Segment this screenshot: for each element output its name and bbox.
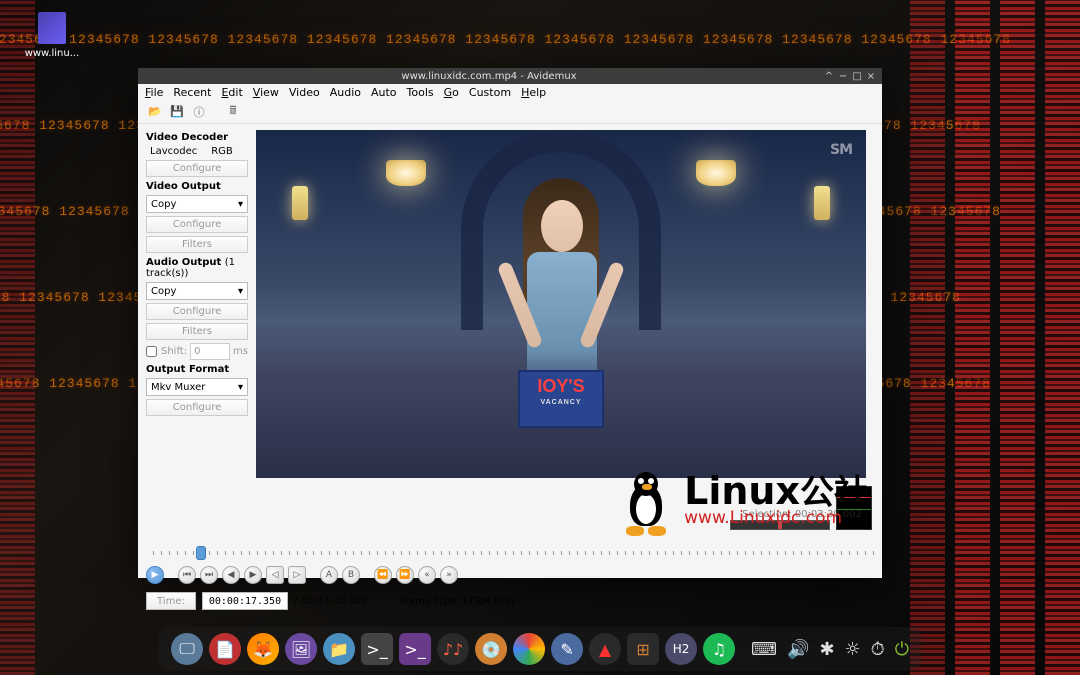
info-icon[interactable]: ⓘ — [190, 103, 208, 121]
systray-power-icon[interactable]: ⏻ — [895, 639, 909, 660]
window-title: www.linuxidc.com.mp4 - Avidemux — [156, 71, 822, 82]
mark-a-button[interactable]: A — [320, 566, 338, 584]
output-format-head: Output Format — [146, 364, 248, 375]
video-configure-button[interactable]: Configure — [146, 216, 248, 233]
ms-label: ms — [233, 346, 248, 357]
toolbar: 📂 💾 ⓘ 🖩 — [138, 100, 882, 124]
systray-brightness-icon[interactable]: ☼ — [845, 639, 861, 660]
seek-slider[interactable] — [146, 546, 874, 560]
time-current[interactable]: 00:00:17.350 — [202, 592, 288, 610]
save-icon[interactable]: 💾 — [168, 103, 186, 121]
dock-files-icon[interactable]: 📁 — [323, 633, 355, 665]
goto-start-button[interactable]: ⏪ — [374, 566, 392, 584]
dock: 🖵 📄 🦊 🖼 📁 >_ >_ ♪♪ 💿 ✎ ▲ ⊞ H2 ♫ ⌨ 🔊 ✱ ☼ … — [159, 627, 921, 671]
decoder-name: Lavcodec — [150, 146, 197, 157]
seek-thumb[interactable] — [196, 546, 206, 560]
menu-go[interactable]: Go — [441, 86, 462, 99]
bg-numbers: 12345678 12345678 12345678 12345678 1234… — [0, 32, 1011, 47]
calculator-icon[interactable]: 🖩 — [224, 103, 242, 121]
file-icon — [38, 12, 66, 44]
mark-b-button[interactable]: B — [342, 566, 360, 584]
video-output-head: Video Output — [146, 181, 248, 192]
audio-output-combo[interactable]: Copy ▾ — [146, 282, 248, 300]
shift-checkbox[interactable] — [146, 346, 157, 357]
desktop-icon-label: www.linu... — [22, 48, 82, 59]
prev-cut-button[interactable]: ⏮ — [178, 566, 196, 584]
menu-edit[interactable]: Edit — [218, 86, 245, 99]
prev-frame-button[interactable]: ◀ — [222, 566, 240, 584]
video-decoder-head: Video Decoder — [146, 132, 248, 143]
systray-volume-icon[interactable]: 🔊 — [787, 639, 809, 660]
sidebar: Video Decoder Lavcodec RGB Configure Vid… — [138, 124, 256, 538]
shift-label: Shift: — [161, 346, 187, 357]
video-output-combo[interactable]: Copy ▾ — [146, 195, 248, 213]
dock-terminal2-icon[interactable]: >_ — [399, 633, 431, 665]
dock-h2-icon[interactable]: H2 — [665, 633, 697, 665]
dock-grid-icon[interactable]: ⊞ — [627, 633, 659, 665]
prev-keyframe-button[interactable]: ◁ — [266, 566, 284, 584]
maximize-button[interactable]: □ — [850, 69, 864, 83]
video-filters-button[interactable]: Filters — [146, 236, 248, 253]
next-frame-button[interactable]: ▶ — [244, 566, 262, 584]
chevron-down-icon: ▾ — [238, 382, 243, 393]
menu-auto[interactable]: Auto — [368, 86, 400, 99]
dock-mixer-icon[interactable]: ♪♪ — [437, 633, 469, 665]
dock-app1-icon[interactable]: ✎ — [551, 633, 583, 665]
goto-b-button[interactable]: » — [440, 566, 458, 584]
goto-end-button[interactable]: ⏩ — [396, 566, 414, 584]
systray-bluetooth-icon[interactable]: ✱ — [819, 639, 834, 660]
titlebar[interactable]: www.linuxidc.com.mp4 - Avidemux ^ − □ × — [138, 68, 882, 84]
next-keyframe-button[interactable]: ▷ — [288, 566, 306, 584]
goto-a-button[interactable]: « — [418, 566, 436, 584]
format-configure-button[interactable]: Configure — [146, 399, 248, 416]
chevron-down-icon: ▾ — [238, 286, 243, 297]
time-button[interactable]: Time: — [146, 592, 196, 610]
audio-output-head: Audio Output (1 track(s)) — [146, 257, 248, 279]
menu-custom[interactable]: Custom — [466, 86, 514, 99]
menu-recent[interactable]: Recent — [170, 86, 214, 99]
decoder-configure-button[interactable]: Configure — [146, 160, 248, 177]
dock-firefox-icon[interactable]: 🦊 — [247, 633, 279, 665]
dock-spotify-icon[interactable]: ♫ — [703, 633, 735, 665]
menu-file[interactable]: File — [142, 86, 166, 99]
avidemux-window: www.linuxidc.com.mp4 - Avidemux ^ − □ × … — [138, 68, 882, 578]
minimize-button[interactable]: − — [836, 69, 850, 83]
dock-photos-icon[interactable]: 🖼 — [285, 633, 317, 665]
dock-terminal-icon[interactable]: >_ — [361, 633, 393, 665]
output-format-combo[interactable]: Mkv Muxer ▾ — [146, 378, 248, 396]
systray-clock-icon[interactable]: ⏱ — [871, 639, 885, 660]
menu-view[interactable]: View — [250, 86, 282, 99]
chevron-down-icon: ▾ — [238, 199, 243, 210]
menu-help[interactable]: Help — [518, 86, 549, 99]
close-button[interactable]: × — [864, 69, 878, 83]
menu-audio[interactable]: Audio — [327, 86, 364, 99]
video-preview: IOY'S VACANCY SM — [256, 130, 866, 478]
audio-scope — [836, 486, 872, 530]
decoder-format: RGB — [211, 146, 233, 157]
menu-video[interactable]: Video — [286, 86, 323, 99]
dock-system-icon[interactable]: 🖵 — [171, 633, 203, 665]
audio-configure-button[interactable]: Configure — [146, 303, 248, 320]
shift-spinbox[interactable]: 0 — [190, 343, 230, 360]
time-total: / 00:03:30.002 — [294, 596, 368, 607]
next-cut-button[interactable]: ⏭ — [200, 566, 218, 584]
menubar: File Recent Edit View Video Audio Auto T… — [138, 84, 882, 100]
selection-label: Selection: 00:03:30.002 — [742, 509, 862, 520]
vu-meter — [730, 520, 830, 530]
systray-keyboard-icon[interactable]: ⌨ — [751, 639, 777, 660]
dock-pdf-icon[interactable]: 📄 — [209, 633, 241, 665]
rollup-button[interactable]: ^ — [822, 69, 836, 83]
dock-chrome-icon[interactable] — [513, 633, 545, 665]
desktop-icon-linuxidc[interactable]: www.linu... — [22, 12, 82, 59]
play-button[interactable]: ▶ — [146, 566, 164, 584]
sm-logo: SM — [830, 142, 852, 158]
open-icon[interactable]: 📂 — [146, 103, 164, 121]
dock-peak-icon[interactable]: ▲ — [589, 633, 621, 665]
dock-disk-icon[interactable]: 💿 — [475, 633, 507, 665]
audio-filters-button[interactable]: Filters — [146, 323, 248, 340]
time-row: Time: 00:00:17.350 / 00:03:30.002 Frame … — [138, 588, 882, 618]
menu-tools[interactable]: Tools — [404, 86, 437, 99]
frame-type: Frame type: I-FRM (00) — [400, 596, 515, 607]
